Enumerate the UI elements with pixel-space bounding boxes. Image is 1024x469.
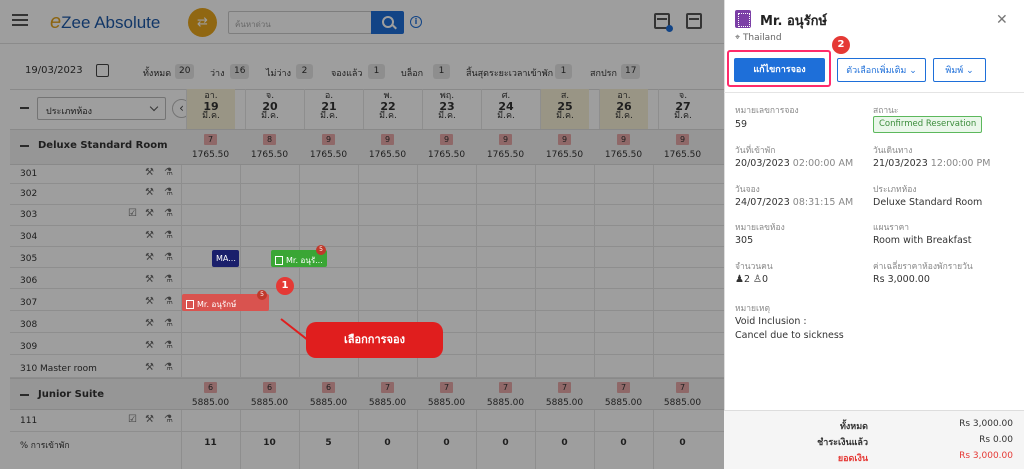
field-label: แผนราคา [873, 223, 910, 233]
modal-overlay[interactable] [0, 44, 724, 469]
edit-reservation-button[interactable]: แก้ไขการจอง [734, 58, 825, 82]
checkin-datetime: 20/03/2023 02:00:00 AM [735, 158, 854, 169]
guest-location: ⌖ Thailand [735, 33, 782, 43]
total-value: Rs 3,000.00 [959, 419, 1013, 429]
reservation-icon [275, 256, 283, 265]
step-marker-1: 1 [276, 277, 294, 295]
close-icon[interactable]: ✕ [996, 12, 1008, 28]
print-dropdown[interactable]: พิมพ์ ⌄ [933, 58, 986, 82]
reservation-icon [186, 300, 194, 309]
room-number-value: 305 [735, 235, 754, 246]
paid-label: ชำระเงินแล้ว [817, 438, 868, 448]
balance-value: Rs 3,000.00 [959, 451, 1013, 461]
room-type: Deluxe Standard Room [873, 197, 983, 208]
field-label: จำนวนคน [735, 262, 773, 272]
field-label: ประเภทห้อง [873, 185, 917, 195]
booking-datetime: 24/07/2023 08:31:15 AM [735, 197, 854, 208]
field-label: หมายเลขห้อง [735, 223, 785, 233]
field-label: สถานะ [873, 106, 899, 116]
reservation-block-selected[interactable]: Mr. อนุรักษ์ [182, 294, 269, 311]
field-label: วันที่เข้าพัก [735, 146, 776, 156]
rate-plan: Room with Breakfast [873, 235, 972, 246]
location-pin-icon: ⌖ [735, 33, 743, 43]
guest-name: Mr. อนุรักษ์ [760, 14, 828, 29]
step-marker-2: 2 [832, 36, 850, 54]
reservation-block[interactable]: MA... [212, 250, 239, 267]
reservation-count-badge: 5 [316, 245, 326, 255]
field-label: ค่าเฉลี่ยราคาห้องพักรายวัน [873, 262, 973, 272]
field-label: หมายเลขการจอง [735, 106, 799, 116]
balance-label: ยอดเงิน [837, 454, 868, 464]
reservation-icon [735, 10, 751, 28]
note-line: Cancel due to sickness [735, 330, 844, 341]
reservation-count-badge: 5 [257, 290, 267, 300]
divider [724, 92, 1024, 93]
tooltip-select-booking: เลือกการจอง [306, 322, 443, 358]
more-options-dropdown[interactable]: ตัวเลือกเพิ่มเติม ⌄ [837, 58, 926, 82]
field-label: วันจอง [735, 185, 760, 195]
reservation-number: 59 [735, 119, 748, 130]
average-daily-rate: Rs 3,000.00 [873, 274, 930, 285]
checkout-datetime: 21/03/2023 12:00:00 PM [873, 158, 991, 169]
status-badge: Confirmed Reservation [873, 116, 983, 133]
paid-value: Rs 0.00 [979, 435, 1013, 445]
note-line: Void Inclusion : [735, 316, 807, 327]
field-label: หมายเหตุ [735, 304, 770, 314]
child-icon: ♙ [753, 274, 763, 285]
field-label: วันเดินทาง [873, 146, 913, 156]
total-label: ทั้งหมด [839, 422, 868, 432]
pax-count: ♟2 ♙0 [735, 274, 769, 285]
adult-icon: ♟ [735, 274, 744, 285]
modal-overlay-top [0, 0, 724, 44]
